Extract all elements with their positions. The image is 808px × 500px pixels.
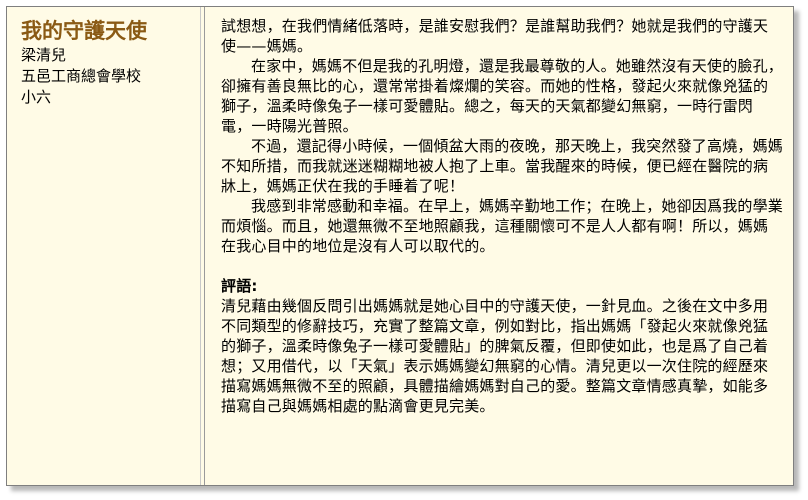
sidebar: 我的守護天使 梁清兒 五邑工商總會學校 小六	[7, 7, 205, 485]
essay-paragraph: 我感到非常感動和幸福。在早上，媽媽辛勤地工作；在晚上，她卻因爲我的學業而煩惱。而…	[221, 197, 784, 255]
essay-title: 我的守護天使	[21, 19, 147, 43]
comment-text: 清兒藉由幾個反問引出媽媽就是她心目中的守護天使，一針見血。之後在文中多用不同類型…	[221, 297, 769, 415]
essay-paragraph: 在家中，媽媽不但是我的孔明燈，還是我最尊敬的人。她雖然沒有天使的臉孔，卻擁有善良…	[221, 57, 784, 135]
grade-label: 小六	[21, 88, 52, 106]
comment-heading: 評語:	[221, 277, 258, 295]
author-name: 梁清兒	[21, 46, 67, 64]
essay-paragraph: 試想想，在我們情緒低落時，是誰安慰我們？是誰幫助我們？她就是我們的守護天使——媽…	[221, 17, 769, 55]
school-name: 五邑工商總會學校	[21, 67, 142, 85]
essay-paragraph: 不過，還記得小時候，一個傾盆大雨的夜晚，那天晚上，我突然發了高燒，媽媽不知所措，…	[221, 137, 784, 195]
essay-card: 我的守護天使 梁清兒 五邑工商總會學校 小六 試想想，在我們情緒低落時，是誰安慰…	[6, 6, 794, 486]
essay-body: 試想想，在我們情緒低落時，是誰安慰我們？是誰幫助我們？她就是我們的守護天使——媽…	[205, 7, 793, 485]
